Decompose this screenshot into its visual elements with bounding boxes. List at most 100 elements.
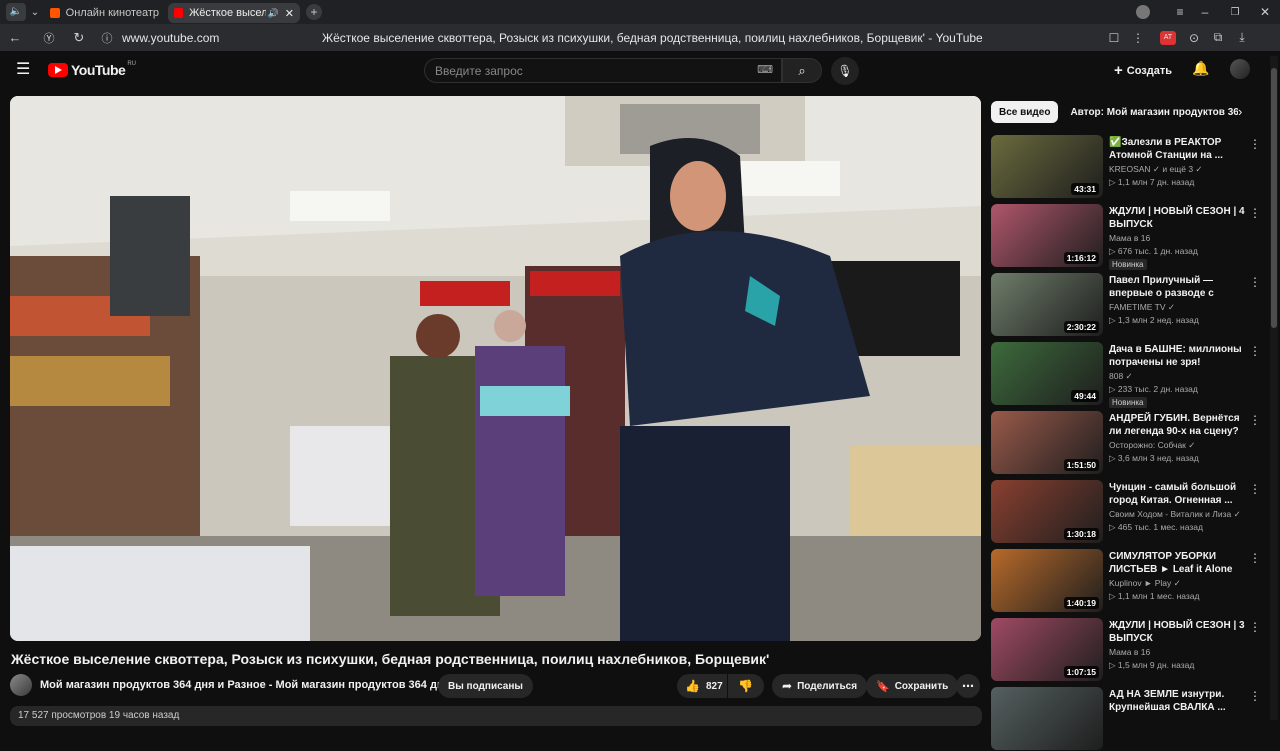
recommendation-channel[interactable]: 808 ✓ (1109, 371, 1249, 382)
recommendation-channel[interactable]: Мама в 16 (1109, 647, 1249, 657)
translate-extension-icon[interactable]: AT (1160, 30, 1176, 45)
recommendation-item[interactable]: 2:30:22 Павел Прилучный — впервые о разво… (991, 273, 1266, 337)
more-vert-icon[interactable]: ⋮ (1249, 689, 1261, 703)
recommendation-title[interactable]: ЖДУЛИ | НОВЫЙ СЕЗОН | 4 ВЫПУСК (1109, 205, 1249, 231)
new-tab-button[interactable]: + (306, 4, 322, 20)
share-button[interactable]: ➦ Поделиться (772, 674, 868, 698)
chip-author[interactable]: Автор: Мой магазин продуктов 364 (1066, 101, 1238, 123)
recommendation-item[interactable]: 1:16:12 ЖДУЛИ | НОВЫЙ СЕЗОН | 4 ВЫПУСК Мам… (991, 204, 1266, 270)
recommendation-title[interactable]: Чунцин - самый большой город Китая. Огне… (1109, 481, 1249, 507)
recommendation-channel[interactable]: FAMETIME TV ✓ (1109, 302, 1249, 313)
dislike-button[interactable]: 👎 (728, 674, 764, 698)
recommendation-item[interactable]: АД НА ЗЕМЛЕ изнутри. Крупнейшая СВАЛКА .… (991, 687, 1266, 751)
more-vert-icon[interactable]: ⋮ (1249, 344, 1261, 358)
description-box[interactable]: 17 527 просмотров 19 часов назад (10, 706, 982, 726)
reload-icon[interactable]: ↻ (68, 30, 90, 46)
browser-menu-icon[interactable]: ≡ (1170, 5, 1190, 19)
more-actions-button[interactable]: ⋯ (956, 674, 980, 698)
channel-name[interactable]: Мой магазин продуктов 364 дня и Разное -… (40, 679, 450, 691)
tab-list-chevron-icon[interactable]: ⌄ (26, 7, 44, 18)
tab-audio-icon[interactable]: 🔈 (6, 3, 26, 21)
youtube-play-logo-icon (48, 63, 68, 77)
video-thumbnail[interactable]: 43:31 (991, 135, 1103, 198)
profile-avatar-icon[interactable] (1136, 5, 1150, 19)
youtube-logo[interactable]: YouTube RU (48, 61, 136, 78)
yandex-icon[interactable]: Ⓨ (38, 30, 60, 46)
video-thumbnail[interactable]: 1:51:50 (991, 411, 1103, 474)
recommendation-channel[interactable]: Осторожно: Собчак ✓ (1109, 440, 1249, 451)
recommendation-meta: ▷ 1,1 млн 1 мес. назад (1109, 591, 1200, 601)
recommendation-title[interactable]: Дача в БАШНЕ: миллионы потрачены не зря! (1109, 343, 1249, 369)
recommendation-item[interactable]: 1:51:50 АНДРЕЙ ГУБИН. Вернётся ли легенда… (991, 411, 1266, 475)
tab-speaker-icon[interactable]: 🔊 (268, 8, 279, 19)
keyboard-icon[interactable]: ⌨ (757, 63, 773, 76)
video-thumbnail[interactable]: 1:07:15 (991, 618, 1103, 681)
recommendation-item[interactable]: 1:30:18 Чунцин - самый большой город Кита… (991, 480, 1266, 544)
video-thumbnail[interactable]: 49:44 (991, 342, 1103, 405)
recommendation-item[interactable]: 1:40:19 СИМУЛЯТОР УБОРКИ ЛИСТЬЕВ ► Leaf i… (991, 549, 1266, 613)
video-thumbnail[interactable]: 1:16:12 (991, 204, 1103, 267)
video-player[interactable] (10, 96, 981, 641)
more-vert-icon[interactable]: ⋮ (1249, 482, 1261, 496)
notifications-bell-icon[interactable]: 🔔 (1192, 60, 1209, 77)
back-arrow-icon[interactable]: ← (4, 30, 26, 45)
like-button[interactable]: 👍 827 (677, 674, 727, 698)
more-vert-icon[interactable]: ⋮ (1249, 413, 1261, 427)
recommendation-item[interactable]: 1:07:15 ЖДУЛИ | НОВЫЙ СЕЗОН | 3 ВЫПУСК Мам… (991, 618, 1266, 682)
account-avatar[interactable] (1230, 59, 1250, 79)
video-thumbnail[interactable]: 2:30:22 (991, 273, 1103, 336)
save-label: Сохранить (894, 680, 949, 692)
recommendation-title[interactable]: АНДРЕЙ ГУБИН. Вернётся ли легенда 90-х н… (1109, 412, 1249, 438)
minimize-icon[interactable]: – (1190, 5, 1220, 19)
media-extension-icon[interactable]: ⊙ (1182, 31, 1206, 45)
recommendation-title[interactable]: ✅Залезли в РЕАКТОР Атомной Станции на ..… (1109, 136, 1249, 162)
video-thumbnail[interactable] (991, 687, 1103, 750)
maximize-icon[interactable]: ❐ (1220, 7, 1250, 18)
more-vert-icon[interactable]: ⋮ (1249, 551, 1261, 565)
address-more-icon[interactable]: ⋮ (1126, 31, 1150, 45)
more-vert-icon[interactable]: ⋮ (1249, 137, 1261, 151)
recommendation-channel[interactable]: KREOSAN ✓ и ещё 3 ✓ (1109, 164, 1249, 175)
recommendation-title[interactable]: АД НА ЗЕМЛЕ изнутри. Крупнейшая СВАЛКА .… (1109, 688, 1249, 714)
hamburger-menu-icon[interactable]: ☰ (16, 59, 30, 79)
recommendation-item[interactable]: 49:44 Дача в БАШНЕ: миллионы потрачены не… (991, 342, 1266, 408)
duration-badge: 43:31 (1071, 183, 1099, 195)
scrollbar-thumb[interactable] (1271, 68, 1277, 328)
more-vert-icon[interactable]: ⋮ (1249, 206, 1261, 220)
video-thumbnail[interactable]: 1:40:19 (991, 549, 1103, 612)
recommendation-title[interactable]: СИМУЛЯТОР УБОРКИ ЛИСТЬЕВ ► Leaf it Alone (1109, 550, 1249, 576)
voice-search-button[interactable]: 🎙 (831, 57, 859, 85)
download-icon[interactable]: ⤓ (1230, 30, 1254, 45)
extensions-icon[interactable]: ⧉ (1206, 30, 1230, 45)
subscribed-button[interactable]: Вы подписаны (438, 674, 533, 698)
bookmark-icon[interactable]: ☐ (1102, 31, 1126, 45)
url-text[interactable]: www.youtube.com (122, 31, 312, 45)
kinopoisk-favicon-icon (50, 8, 60, 18)
chip-all-videos[interactable]: Все видео (991, 101, 1059, 123)
more-vert-icon[interactable]: ⋮ (1249, 620, 1261, 634)
window-close-icon[interactable]: ✕ (1250, 5, 1280, 19)
tab-youtube-video[interactable]: Жёсткое выселение 🔊 ✕ (168, 3, 300, 23)
search-input[interactable]: Введите запрос ⌨ (424, 58, 782, 83)
new-badge: Новинка (1109, 397, 1147, 408)
address-bar: ← Ⓨ ↻ ⓘ www.youtube.com Жёсткое выселени… (0, 24, 1280, 51)
recommendation-channel[interactable]: Своим Ходом - Виталик и Лиза ✓ (1109, 509, 1249, 520)
search-button[interactable]: ⌕ (782, 58, 822, 83)
recommendation-channel[interactable]: Мама в 16 (1109, 233, 1249, 243)
page-scrollbar[interactable] (1270, 56, 1278, 720)
channel-avatar[interactable] (10, 674, 32, 696)
site-security-icon[interactable]: ⓘ (96, 30, 118, 46)
more-dots-icon: ⋯ (962, 679, 974, 693)
tab-kinopoisk[interactable]: Онлайн кинотеатр Кинопо (44, 3, 168, 23)
tab-close-icon[interactable]: ✕ (285, 7, 294, 20)
chips-next-chevron-icon[interactable]: › (1238, 104, 1242, 119)
youtube-header: ☰ YouTube RU Введите запрос ⌨ ⌕ 🎙 + Созд… (0, 51, 1280, 89)
video-thumbnail[interactable]: 1:30:18 (991, 480, 1103, 543)
recommendation-title[interactable]: Павел Прилучный — впервые о разводе с Аг… (1109, 274, 1249, 300)
recommendation-channel[interactable]: Kuplinov ► Play ✓ (1109, 578, 1249, 589)
more-vert-icon[interactable]: ⋮ (1249, 275, 1261, 289)
recommendation-title[interactable]: ЖДУЛИ | НОВЫЙ СЕЗОН | 3 ВЫПУСК (1109, 619, 1249, 645)
create-button[interactable]: + Создать (1114, 62, 1172, 79)
recommendation-item[interactable]: 43:31 ✅Залезли в РЕАКТОР Атомной Станции … (991, 135, 1266, 199)
save-button[interactable]: 🔖 Сохранить (866, 674, 959, 698)
